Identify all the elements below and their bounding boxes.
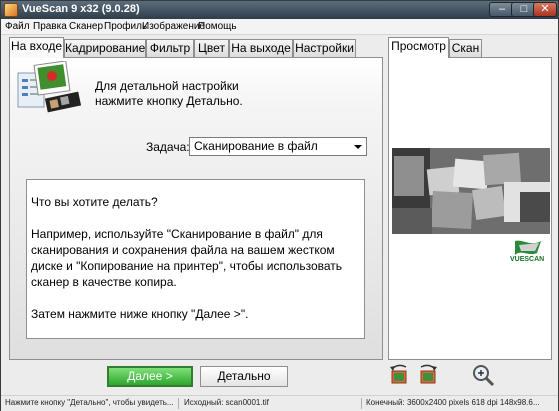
menu-edit[interactable]: Правка xyxy=(33,21,67,32)
next-button[interactable]: Далее > xyxy=(107,366,193,387)
menu-scanner[interactable]: Сканер xyxy=(69,21,103,32)
vuescan-window: VueScan 9 x32 (9.0.28) – □ ✕ Файл Правка… xyxy=(0,0,559,411)
menu-bar: Файл Правка Сканер Профиль Изображение П… xyxy=(1,19,558,35)
close-button[interactable]: ✕ xyxy=(533,2,557,17)
hint-line-2: нажмите кнопку Детально. xyxy=(95,94,243,108)
logo-text: VUESCAN xyxy=(510,256,545,263)
zoom-in-icon[interactable] xyxy=(471,363,495,387)
status-separator xyxy=(361,398,362,409)
tab-scan[interactable]: Скан xyxy=(449,39,482,57)
detail-button[interactable]: Детально xyxy=(200,366,288,387)
hint-line-1: Для детальной настройки xyxy=(95,79,239,93)
description-box: Что вы хотите делать? Например, использу… xyxy=(26,179,365,339)
preview-image[interactable] xyxy=(392,148,550,234)
status-separator xyxy=(178,398,179,409)
task-label: Задача: xyxy=(146,140,190,154)
description-example: Например, используйте "Сканирование в фа… xyxy=(31,227,343,289)
rotate-left-icon[interactable] xyxy=(388,363,412,387)
tab-input[interactable]: На входе xyxy=(9,37,64,58)
task-dropdown[interactable]: Сканирование в файл xyxy=(189,137,367,156)
menu-image[interactable]: Изображение xyxy=(142,21,205,32)
tab-preview[interactable]: Просмотр xyxy=(388,37,449,58)
detail-hint: Для детальной настройки нажмите кнопку Д… xyxy=(95,79,355,109)
title-bar: VueScan 9 x32 (9.0.28) – □ ✕ xyxy=(1,1,558,19)
window-title: VueScan 9 x32 (9.0.28) xyxy=(22,3,140,15)
description-question: Что вы хотите делать? xyxy=(31,195,158,209)
preview-collage xyxy=(392,148,550,234)
tab-settings[interactable]: Настройки xyxy=(293,39,356,57)
tab-output[interactable]: На выходе xyxy=(229,39,293,57)
task-dropdown-value: Сканирование в файл xyxy=(194,139,318,153)
menu-help[interactable]: Помощь xyxy=(198,21,237,32)
status-bar: Нажмите кнопку "Детально", чтобы увидеть… xyxy=(1,395,558,411)
rotate-right-icon[interactable] xyxy=(415,363,439,387)
tab-crop[interactable]: Кадрирование xyxy=(64,39,146,57)
tab-color[interactable]: Цвет xyxy=(194,39,229,57)
menu-profile[interactable]: Профиль xyxy=(104,21,147,32)
chevron-down-icon[interactable] xyxy=(354,145,362,149)
app-icon xyxy=(4,3,18,17)
description-next-step: Затем нажмите ниже кнопку "Далее >". xyxy=(31,307,249,321)
status-final: Конечный: 3600x2400 pixels 618 dpi 148x9… xyxy=(366,398,540,407)
menu-file[interactable]: Файл xyxy=(5,21,30,32)
tab-filter[interactable]: Фильтр xyxy=(146,39,194,57)
status-source: Исходный: scan0001.tif xyxy=(184,398,269,407)
photo-film-icon xyxy=(17,61,82,113)
status-hint: Нажмите кнопку "Детально", чтобы увидеть… xyxy=(5,398,174,407)
